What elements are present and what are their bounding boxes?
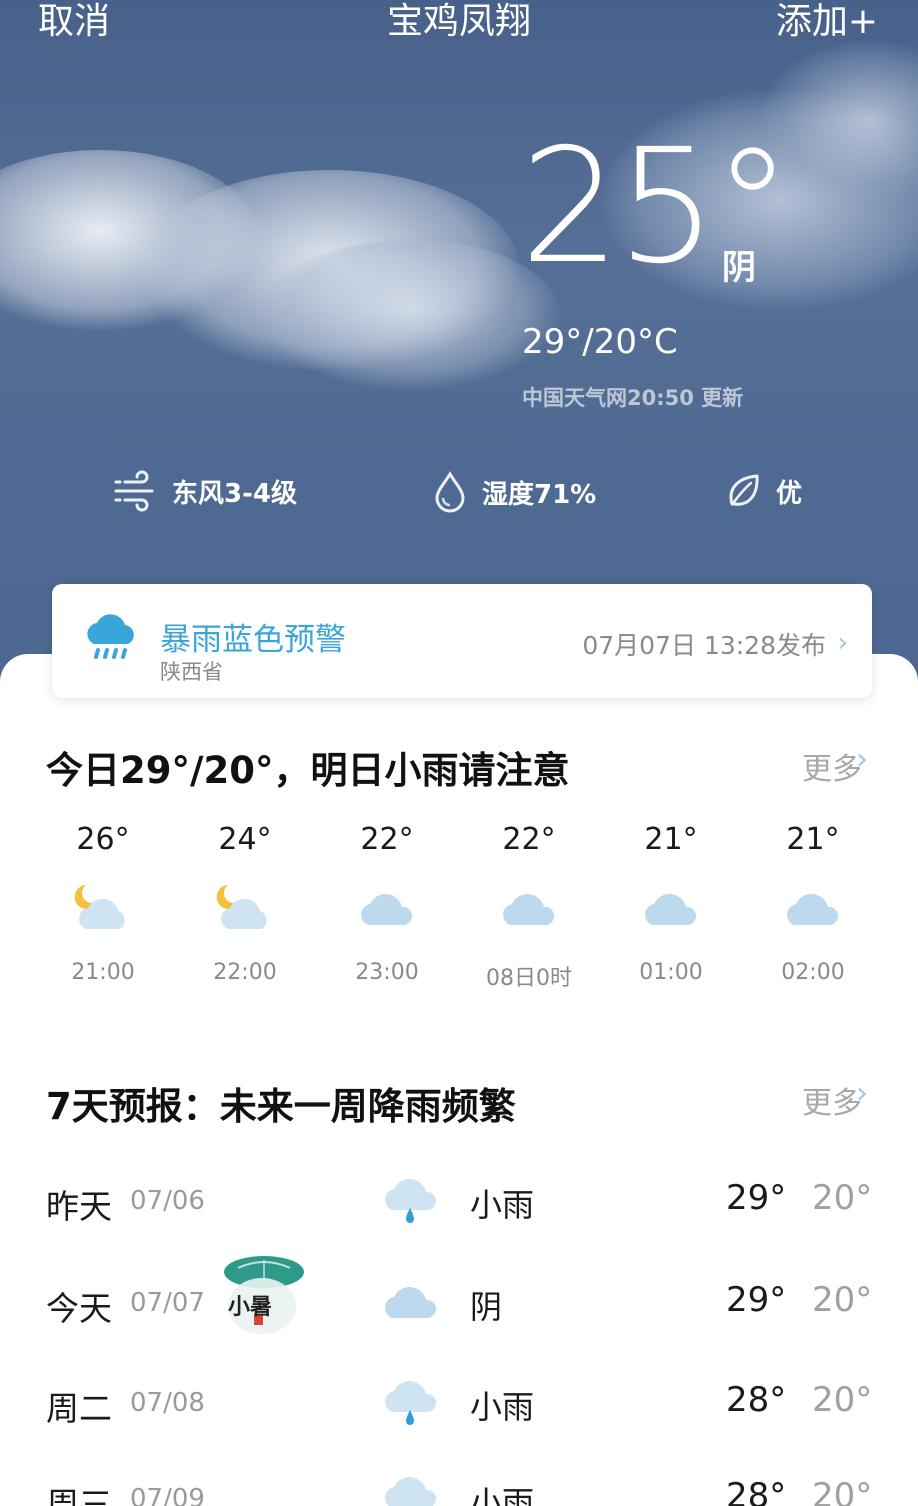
day-date: 07/06: [130, 1186, 205, 1216]
add-city-button[interactable]: 添加+: [776, 0, 878, 44]
day-low: 20°: [812, 1280, 873, 1320]
hourly-temp: 26°: [76, 822, 130, 857]
cloud-icon: [503, 894, 555, 925]
current-condition: 阴: [722, 248, 756, 288]
day-low: 20°: [812, 1380, 873, 1420]
wind-label: 东风3-4级: [172, 478, 297, 509]
day-condition: 小雨: [470, 1388, 535, 1426]
solar-term-sticker: 小暑: [224, 1256, 304, 1334]
alert-time: 07月07日 13:28发布: [582, 631, 826, 660]
hourly-more-button[interactable]: 更多: [802, 744, 862, 788]
hourly-section-title: 今日29°/20°，明日小雨请注意: [46, 749, 570, 792]
day-low: 20°: [812, 1178, 873, 1218]
hourly-time: 08日0时: [486, 966, 572, 991]
cloud-backdrop: [260, 240, 560, 390]
daily-row[interactable]: 周三 07/09 小雨 28° 20°: [0, 1466, 918, 1506]
weekly-section-title: 7天预报：未来一周降雨频繁: [46, 1085, 516, 1128]
day-high: 29°: [726, 1280, 787, 1320]
chevron-right-icon: ›: [837, 628, 848, 658]
weather-alert-card[interactable]: 暴雨蓝色预警 陕西省 07月07日 13:28发布 ›: [52, 584, 872, 698]
cloud-icon: [361, 894, 413, 925]
day-name: 周三: [46, 1485, 112, 1506]
hourly-item: 26° 21:00: [32, 822, 174, 985]
hourly-item: 21° 02:00: [742, 822, 884, 985]
wind-stat: 东风3-4级: [112, 470, 297, 512]
day-high: 28°: [726, 1476, 787, 1506]
air-quality-label: 优: [776, 478, 803, 509]
daily-row[interactable]: 昨天 07/06 小雨 29° 20°: [0, 1168, 918, 1248]
cloud-icon: [787, 894, 839, 925]
update-source: 中国天气网20:50 更新: [522, 386, 744, 410]
hourly-temp: 21°: [786, 822, 840, 857]
day-name: 昨天: [46, 1187, 112, 1226]
top-nav: 取消 宝鸡凤翔 添加+: [0, 0, 918, 42]
moon-cloud-icon: [74, 885, 125, 929]
day-condition: 小雨: [470, 1186, 535, 1224]
day-date: 07/09: [130, 1484, 205, 1506]
day-high: 29°: [726, 1178, 787, 1218]
weekly-more-button[interactable]: 更多: [802, 1078, 862, 1122]
hourly-temp: 21°: [644, 822, 698, 857]
hourly-time: 01:00: [639, 960, 703, 985]
rain-cloud-icon: [385, 1477, 436, 1506]
sticker-text: 小暑: [228, 1295, 272, 1320]
day-low: 20°: [812, 1476, 873, 1506]
daily-row[interactable]: 今天 07/07 阴 29° 20°: [0, 1270, 918, 1350]
hourly-temp: 22°: [502, 822, 556, 857]
moon-cloud-icon: [216, 885, 267, 929]
day-condition: 小雨: [470, 1484, 535, 1506]
day-high: 28°: [726, 1380, 787, 1420]
today-range: 29°/20°C: [522, 322, 678, 362]
chevron-right-icon: ›: [856, 742, 868, 777]
hourly-item: 21° 01:00: [600, 822, 742, 985]
air-quality-stat: 优: [724, 470, 802, 512]
hourly-item: 24° 22:00: [174, 822, 316, 985]
alert-region: 陕西省: [160, 660, 223, 684]
rain-cloud-icon: [385, 1381, 437, 1425]
alert-title: 暴雨蓝色预警: [160, 622, 346, 658]
cloud-icon: [645, 894, 697, 925]
humidity-stat: 湿度71%: [432, 470, 596, 514]
day-name: 周二: [46, 1389, 112, 1428]
daily-row[interactable]: 周二 07/08 小雨 28° 20°: [0, 1370, 918, 1450]
hourly-forecast[interactable]: 26° 21:00 24° 22:00 22° 23:00 22° 08日0时 …: [0, 822, 918, 1012]
weather-stats: 东风3-4级 湿度71% 优: [0, 470, 918, 522]
hourly-item: 22° 23:00: [316, 822, 458, 985]
hourly-temp: 24°: [218, 822, 272, 857]
hourly-item: 22° 08日0时: [458, 822, 600, 992]
chevron-right-icon: ›: [856, 1076, 868, 1111]
day-date: 07/08: [130, 1388, 205, 1418]
humidity-label: 湿度71%: [482, 479, 597, 510]
day-name: 今天: [46, 1289, 112, 1328]
water-drop-icon: [435, 471, 465, 513]
hourly-time: 23:00: [355, 960, 419, 985]
rain-cloud-icon: [385, 1179, 437, 1223]
hourly-time: 02:00: [781, 960, 845, 985]
leaf-icon: [729, 474, 759, 506]
rainstorm-icon: [87, 614, 134, 659]
day-date: 07/07: [130, 1288, 205, 1318]
hourly-temp: 22°: [360, 822, 414, 857]
hourly-time: 22:00: [213, 960, 277, 985]
cloud-icon: [385, 1287, 437, 1318]
wind-icon: [114, 470, 154, 512]
day-condition: 阴: [470, 1288, 503, 1326]
hourly-time: 21:00: [71, 960, 135, 985]
